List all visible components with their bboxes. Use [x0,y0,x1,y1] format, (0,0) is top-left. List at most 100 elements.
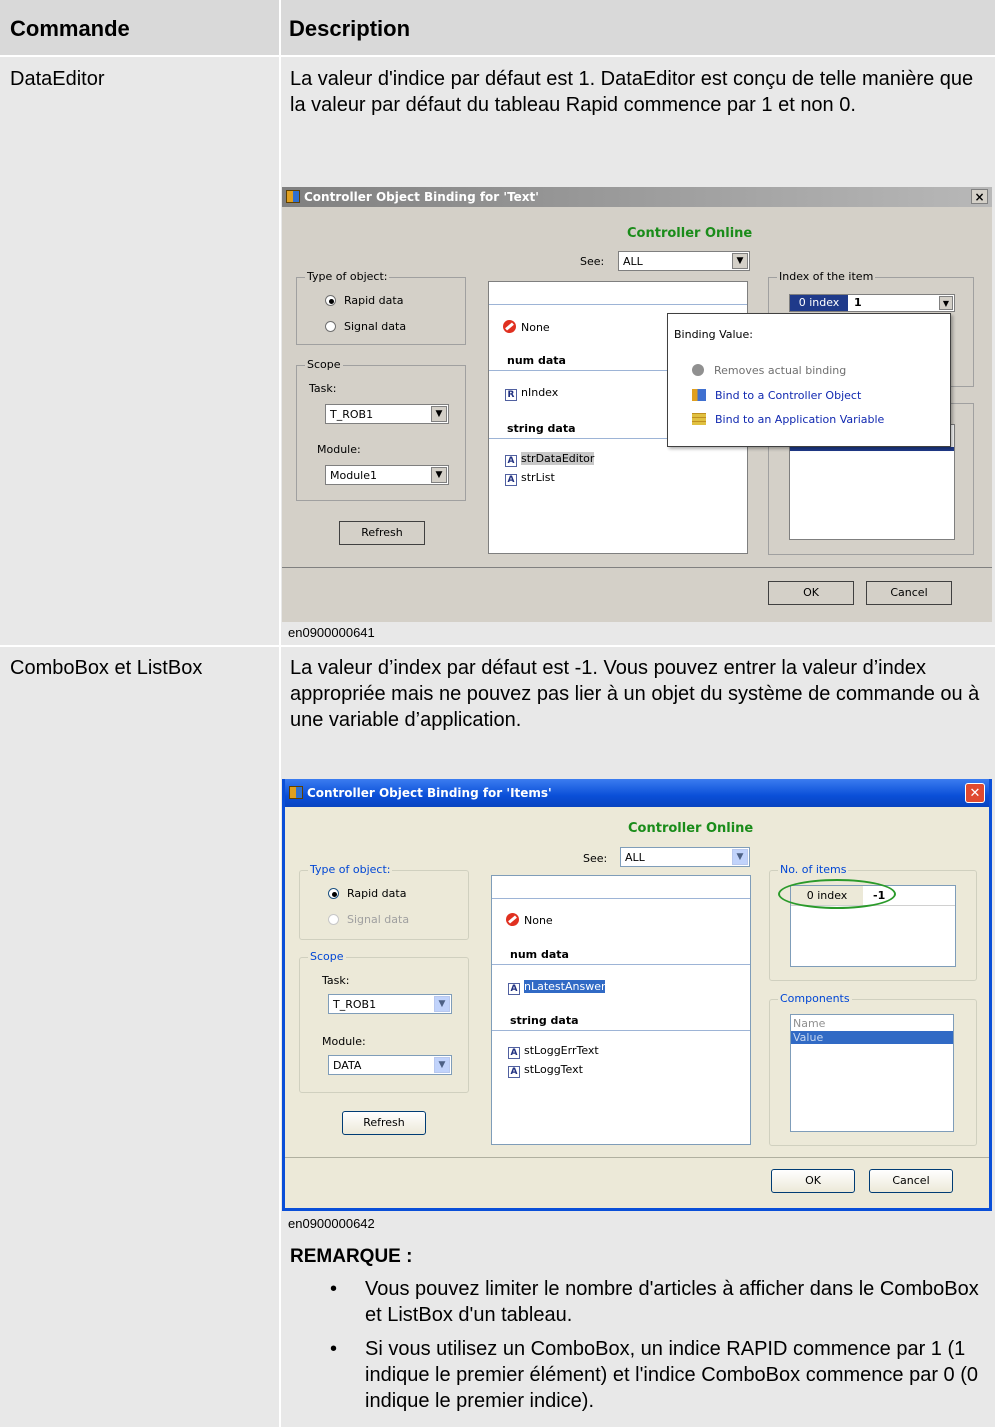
divider [489,304,747,305]
type-of-object-group: Type of object: Rapid data Signal data [296,270,466,345]
no-of-items-label: No. of items [778,863,849,876]
dialog1-title: Controller Object Binding for 'Text' [304,190,539,204]
radio-rapid-label: Rapid data [344,294,404,307]
chevron-down-icon[interactable]: ▼ [431,406,447,422]
ok-button[interactable]: OK [768,581,854,605]
radio-rapid-data[interactable]: Rapid data [325,294,403,307]
radio-signal-data[interactable]: Signal data [328,913,409,926]
dialog1-titlebar[interactable]: Controller Object Binding for 'Text' × [282,187,992,207]
array-icon: A [505,455,517,467]
list-item[interactable]: AstrList [505,471,555,486]
none-label: None [521,321,550,334]
remove-label: Removes actual binding [714,364,847,377]
divider [492,1030,750,1031]
ok-button[interactable]: OK [771,1169,855,1193]
header-description: Description [289,16,411,41]
controller-object-icon [692,389,706,401]
components-group: Components Name Value [769,992,977,1146]
close-icon[interactable]: ✕ [965,783,985,803]
bind-controller-item[interactable]: Bind to a Controller Object [692,389,861,402]
row2-command: ComboBox et ListBox [10,657,203,679]
index-row[interactable]: 0 index 1 ▼ [789,294,955,312]
radio-rapid-data[interactable]: Rapid data [328,887,406,900]
radio-checked-icon [325,295,336,306]
index-value[interactable]: 1 [854,296,862,309]
figure1-caption: en0900000641 [288,625,375,640]
data-list-panel[interactable]: None num data AnLatestAnswer string data… [491,875,751,1145]
highlight-ellipse [778,879,896,909]
remove-icon [692,364,704,376]
item-label: strList [521,471,555,484]
component-name[interactable]: Name [793,1017,825,1030]
see-label: See: [583,852,608,865]
app-icon [286,190,300,203]
array-icon: A [508,1066,520,1078]
figure2-caption: en0900000642 [288,1216,375,1231]
task-label: Task: [309,382,337,395]
components-list[interactable]: Name Value [790,1014,954,1132]
list-item[interactable]: AnLatestAnswer [508,980,606,995]
scope-group: Scope Task: T_ROB1 ▼ Module: Module1 ▼ [296,358,466,501]
components-label: Components [778,992,852,1005]
module-dropdown[interactable]: DATA ▼ [328,1055,452,1075]
num-data-section: num data [510,948,569,961]
popup-title: Binding Value: [674,328,753,341]
type-of-object-group: Type of object: Rapid data Signal data [299,863,469,940]
close-icon[interactable]: × [971,189,988,204]
item-label: nLatestAnswer [524,980,606,993]
refresh-button[interactable]: Refresh [339,521,425,545]
array-icon: A [505,474,517,486]
list-item[interactable]: RnIndex [505,386,558,401]
chevron-down-icon[interactable]: ▼ [431,467,447,483]
none-item[interactable]: None [506,913,553,927]
list-item[interactable]: AstLoggErrText [508,1044,599,1059]
controller-status: Controller Online [627,226,753,241]
num-data-section: num data [507,354,566,367]
cancel-button[interactable]: Cancel [869,1169,953,1193]
radio-checked-icon [328,888,339,899]
list-item[interactable]: AstLoggText [508,1063,583,1078]
module-dropdown[interactable]: Module1 ▼ [325,465,449,485]
controller-status: Controller Online [628,821,754,836]
array-icon: A [508,1047,520,1059]
refresh-button[interactable]: Refresh [342,1111,426,1135]
none-item[interactable]: None [503,320,550,334]
application-variable-icon [692,413,706,425]
component-value[interactable]: Value [791,1031,953,1044]
chevron-down-icon[interactable]: ▼ [434,1057,450,1073]
see-dropdown[interactable]: ALL ▼ [620,847,750,867]
dialog2-titlebar[interactable]: Controller Object Binding for 'Items' ✕ [285,779,989,807]
bind-controller-label: Bind to a Controller Object [715,389,862,402]
none-icon [506,913,519,926]
scope-group: Scope Task: T_ROB1 ▼ Module: DATA ▼ [299,950,469,1093]
scope-label: Scope [308,950,346,963]
dialog2-title: Controller Object Binding for 'Items' [307,786,552,800]
task-dropdown[interactable]: T_ROB1 ▼ [325,404,449,424]
radio-rapid-label: Rapid data [347,887,407,900]
item-label: strDataEditor [521,452,595,465]
chevron-down-icon[interactable]: ▼ [939,296,953,310]
type-of-object-label: Type of object: [305,270,390,283]
row1-command: DataEditor [10,68,105,90]
list-item[interactable]: AstrDataEditor [505,452,595,467]
string-data-section: string data [510,1014,579,1027]
note-bullet-2-text: Si vous utilisez un ComboBox, un indice … [365,1338,978,1412]
binding-popup: Binding Value: Removes actual binding Bi… [667,313,951,447]
bullet-dot: • [330,1278,338,1300]
header-description-cell: Description [281,0,995,55]
header-command-cell: Commande [0,0,279,55]
item-label: stLoggErrText [524,1044,599,1057]
see-dropdown[interactable]: ALL ▼ [618,251,750,271]
row2-command-cell [0,647,279,1427]
see-label: See: [580,255,605,268]
chevron-down-icon[interactable]: ▼ [434,996,450,1012]
cancel-button[interactable]: Cancel [866,581,952,605]
none-icon [503,320,516,333]
radio-signal-data[interactable]: Signal data [325,320,406,333]
note-bullet-1-text: Vous pouvez limiter le nombre d'articles… [365,1278,979,1326]
chevron-down-icon[interactable]: ▼ [732,253,748,269]
task-dropdown[interactable]: T_ROB1 ▼ [328,994,452,1014]
remove-binding-item[interactable]: Removes actual binding [692,364,846,377]
chevron-down-icon[interactable]: ▼ [732,849,748,865]
bind-app-variable-item[interactable]: Bind to an Application Variable [692,413,884,426]
